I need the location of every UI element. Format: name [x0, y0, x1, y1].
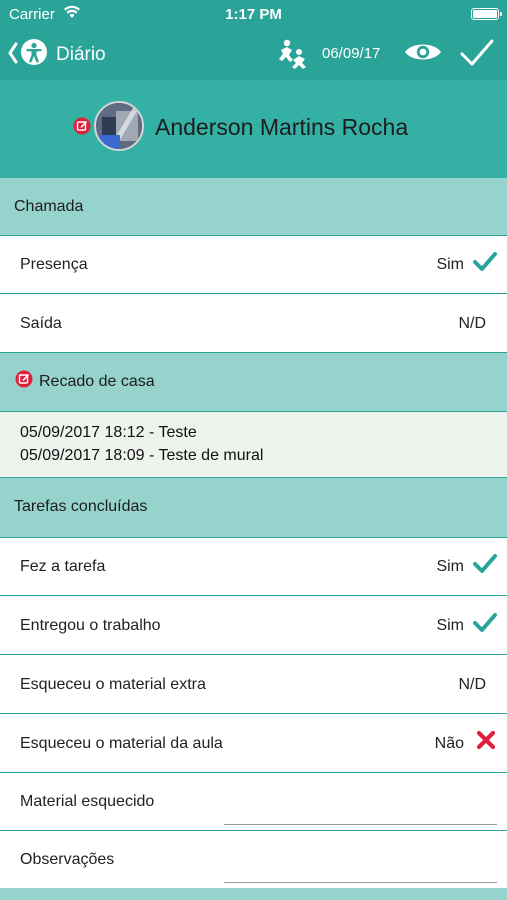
row-material-extra[interactable]: Esqueceu o material extra N/D [0, 656, 507, 714]
check-icon [472, 250, 498, 279]
row-saida[interactable]: Saída N/D [0, 295, 507, 353]
row-label: Observações [20, 851, 115, 868]
back-button[interactable]: Diário [8, 38, 106, 71]
row-value: N/D [458, 315, 486, 332]
material-esquecido-field[interactable] [224, 824, 497, 825]
edit-icon[interactable] [73, 117, 91, 140]
nav-bar: Diário 06/09/17 [0, 28, 507, 80]
student-name: Anderson Martins Rocha [155, 114, 409, 140]
student-profile: Anderson Martins Rocha [0, 80, 507, 178]
observacoes-field[interactable] [224, 882, 497, 883]
section-header-recado: Recado de casa [0, 353, 507, 412]
row-entregou-trabalho[interactable]: Entregou o trabalho Sim [0, 597, 507, 655]
cross-icon [475, 729, 497, 756]
accessibility-icon [20, 38, 48, 71]
people-icon[interactable] [276, 38, 310, 75]
chevron-left-icon [8, 40, 18, 70]
message-item[interactable]: 05/09/2017 18:09 - Teste de mural [20, 447, 263, 465]
clock: 1:17 PM [225, 6, 282, 23]
section-title: Chamada [14, 198, 84, 215]
row-label: Entregou o trabalho [20, 617, 161, 634]
check-icon [472, 552, 498, 581]
row-value: Sim [436, 256, 464, 273]
row-presenca[interactable]: Presença Sim [0, 236, 507, 294]
date-label[interactable]: 06/09/17 [322, 45, 380, 62]
section-title: Tarefas concluídas [14, 498, 148, 515]
avatar[interactable] [94, 101, 144, 151]
confirm-check-icon[interactable] [459, 37, 495, 74]
row-material-aula[interactable]: Esqueceu o material da aula Não [0, 715, 507, 773]
row-label: Esqueceu o material extra [20, 676, 206, 693]
eye-icon[interactable] [404, 40, 442, 69]
row-label: Esqueceu o material da aula [20, 735, 223, 752]
row-value: Sim [436, 558, 464, 575]
nav-title: Diário [56, 43, 106, 65]
row-value: Não [434, 735, 464, 752]
next-section-header [0, 888, 507, 900]
section-header-chamada: Chamada [0, 178, 507, 236]
check-icon [472, 611, 498, 640]
status-bar: Carrier 1:17 PM [0, 0, 507, 28]
row-material-esquecido[interactable]: Material esquecido [0, 773, 507, 831]
row-label: Presença [20, 256, 88, 273]
section-title: Recado de casa [39, 373, 155, 390]
battery-icon [471, 8, 502, 20]
row-value: N/D [458, 676, 486, 693]
message-item[interactable]: 05/09/2017 18:12 - Teste [20, 424, 197, 442]
row-value: Sim [436, 617, 464, 634]
edit-icon[interactable] [15, 370, 33, 393]
row-label: Fez a tarefa [20, 558, 106, 575]
row-observacoes[interactable]: Observações [0, 831, 507, 889]
row-label: Material esquecido [20, 793, 155, 810]
section-header-tarefas: Tarefas concluídas [0, 478, 507, 538]
message-list: 05/09/2017 18:12 - Teste 05/09/2017 18:0… [0, 412, 507, 478]
row-fez-tarefa[interactable]: Fez a tarefa Sim [0, 538, 507, 596]
row-label: Saída [20, 315, 62, 332]
